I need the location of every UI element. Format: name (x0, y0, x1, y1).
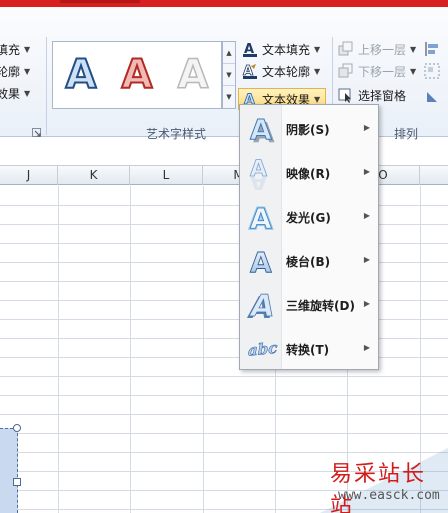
watermark-title: 易采站长站 (330, 462, 427, 513)
3d-rotation-a-icon: AA (242, 285, 282, 325)
wordart-style-blue[interactable]: A (53, 47, 109, 103)
submenu-arrow-icon: ▶ (363, 167, 370, 176)
gallery-up-icon[interactable]: ▲ (223, 42, 235, 64)
shape-effects-button[interactable]: 效果 ▼ (0, 83, 30, 103)
menu-item-shadow[interactable]: AA 阴影(S) ▶ (242, 109, 376, 149)
svg-text:A: A (248, 289, 278, 322)
column-header-k[interactable]: K (58, 166, 130, 185)
text-outline-icon: A (242, 63, 258, 79)
gallery-down-icon[interactable]: ▼ (223, 64, 235, 86)
svg-text:A: A (250, 246, 272, 277)
ribbon: 填充 ▼ 轮廓 ▼ 效果 ▼ A A A ▲ ▼ ▼ A 文本填充 ▼ A 文本… (0, 7, 448, 141)
svg-text:A: A (250, 202, 272, 233)
shape-effects-label: 效果 (0, 86, 21, 101)
group-icon[interactable] (424, 63, 440, 79)
bevel-a-icon: A (242, 241, 282, 281)
text-fill-button[interactable]: A 文本填充 ▼ (242, 39, 320, 59)
arrange-group-label: 排列 (394, 127, 419, 141)
wordart-style-grey[interactable]: A (165, 47, 221, 103)
text-fill-icon: A (242, 41, 258, 57)
shadow-a-icon: AA (242, 109, 282, 149)
gallery-scroll[interactable]: ▲ ▼ ▼ (222, 41, 236, 109)
shape-outline-button[interactable]: 轮廓 ▼ (0, 61, 30, 81)
shape-resize-handle[interactable] (13, 424, 21, 432)
excel-window: 填充 ▼ 轮廓 ▼ 效果 ▼ A A A ▲ ▼ ▼ A 文本填充 ▼ A 文本… (0, 0, 448, 513)
selection-pane-icon (338, 87, 354, 103)
menu-item-glow[interactable]: AA 发光(G) ▶ (242, 197, 376, 237)
align-icon[interactable] (424, 41, 440, 57)
transform-abc-icon: abc (242, 329, 282, 369)
menu-item-3d-rotation[interactable]: AA 三维旋转(D) ▶ (242, 285, 376, 325)
rotate-icon[interactable] (424, 89, 440, 105)
submenu-arrow-icon: ▶ (363, 123, 370, 132)
shape-fill-button[interactable]: 填充 ▼ (0, 39, 30, 59)
send-backward-icon (338, 63, 354, 79)
menu-item-bevel[interactable]: A 棱台(B) ▶ (242, 241, 376, 281)
send-backward-button[interactable]: 下移一层 ▼ (338, 61, 416, 81)
svg-text:abc: abc (248, 339, 277, 360)
text-outline-button[interactable]: A 文本轮廓 ▼ (242, 61, 321, 81)
submenu-arrow-icon: ▶ (363, 299, 370, 308)
submenu-arrow-icon: ▶ (363, 211, 370, 220)
submenu-arrow-icon: ▶ (363, 343, 370, 352)
svg-text:A: A (250, 113, 272, 145)
column-header-j[interactable]: J (0, 166, 58, 185)
column-header-l[interactable]: L (130, 166, 203, 185)
wordart-group-label: 艺术字样式 (146, 127, 207, 141)
menu-item-reflection[interactable]: AA 映像(R) ▶ (242, 153, 376, 193)
column-header-row: J K L M N O (0, 165, 448, 185)
shape-fill-label: 填充 (0, 42, 21, 57)
menu-item-transform[interactable]: abc 转换(T) ▶ (242, 329, 376, 369)
shape-side-handle[interactable] (13, 478, 21, 486)
wordart-style-gallery[interactable]: A A A (52, 41, 222, 109)
title-bar (0, 0, 448, 7)
bring-forward-icon (338, 41, 354, 57)
submenu-arrow-icon: ▶ (363, 255, 370, 264)
wordart-style-red[interactable]: A (109, 47, 165, 103)
shape-styles-dialog-launcher[interactable] (32, 128, 41, 137)
gallery-more-icon[interactable]: ▼ (223, 86, 235, 108)
selection-pane-button[interactable]: 选择窗格 (338, 85, 406, 105)
glow-a-icon: AA (242, 197, 282, 237)
reflection-a-icon: AA (242, 153, 282, 193)
watermark-url: www.easck.com (338, 488, 440, 503)
svg-text:A: A (250, 170, 267, 190)
selected-wordart-shape[interactable] (0, 428, 18, 513)
bring-forward-button[interactable]: 上移一层 ▼ (338, 39, 416, 59)
text-effect-menu: AA 阴影(S) ▶ AA 映像(R) ▶ AA 发光(G) ▶ A 棱台(B)… (239, 104, 379, 370)
shape-outline-label: 轮廓 (0, 64, 21, 79)
